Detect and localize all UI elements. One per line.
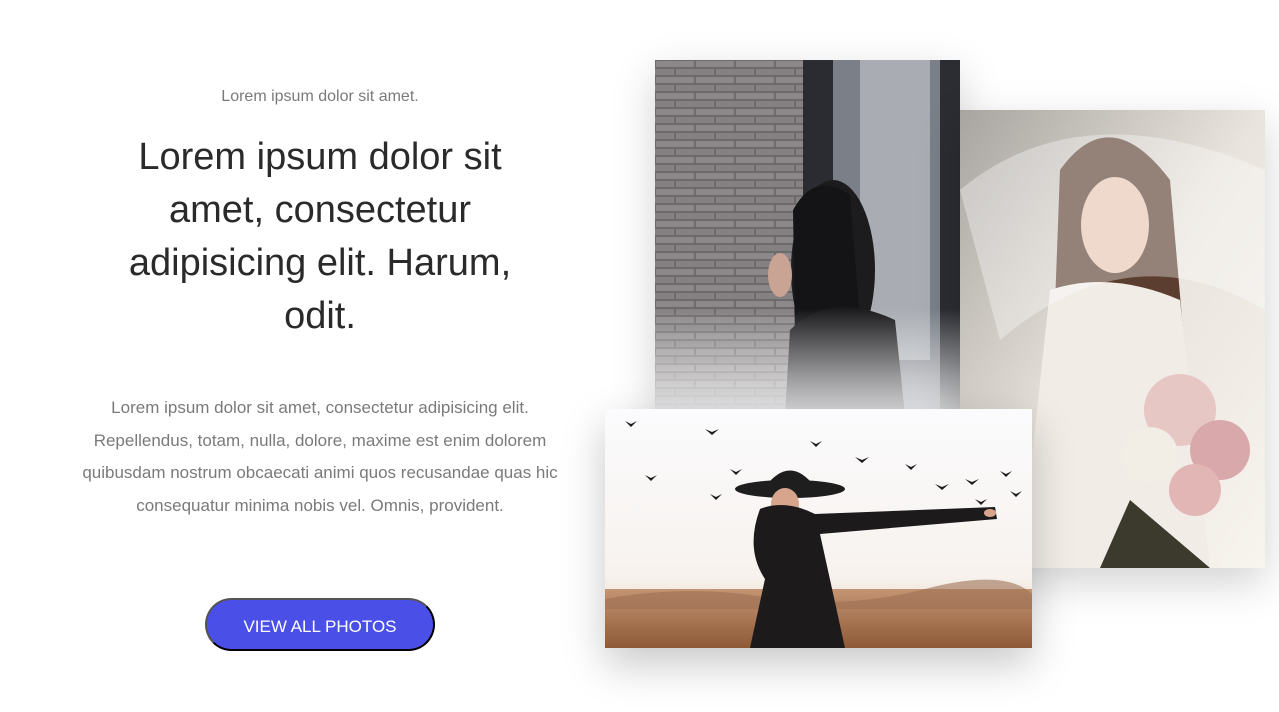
hero-text-column: Lorem ipsum dolor sit amet. Lorem ipsum … — [80, 0, 560, 712]
woman-hat-birds-field-photo — [605, 409, 1032, 648]
view-all-photos-button[interactable]: VIEW ALL PHOTOS — [205, 598, 435, 651]
woman-brick-wall-photo — [655, 60, 960, 415]
hero-headline: Lorem ipsum dolor sit amet, consectetur … — [128, 136, 512, 337]
hero-body-text: Lorem ipsum dolor sit amet, consectetur … — [82, 398, 558, 515]
hero-eyebrow: Lorem ipsum dolor sit amet. — [221, 88, 419, 105]
